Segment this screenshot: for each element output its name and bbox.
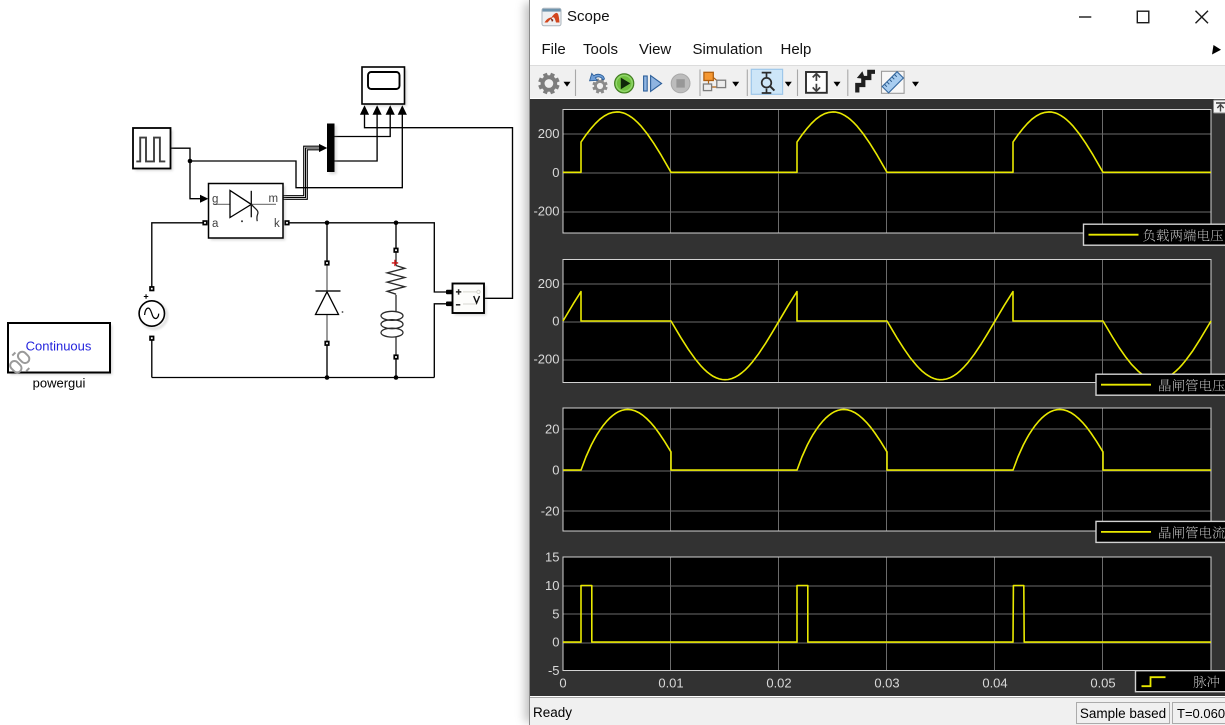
svg-text:0.05: 0.05	[1090, 676, 1115, 691]
svg-text:0.01: 0.01	[658, 676, 683, 691]
svg-text:0: 0	[552, 165, 559, 180]
svg-text:10: 10	[545, 578, 559, 593]
svg-text:-5: -5	[548, 663, 560, 678]
svg-text:0: 0	[552, 463, 559, 478]
svg-text:-200: -200	[533, 352, 559, 367]
svg-text:15: 15	[545, 550, 559, 565]
svg-text:0: 0	[552, 314, 559, 329]
svg-text:0.04: 0.04	[982, 676, 1007, 691]
svg-text:Continuous: Continuous	[26, 339, 92, 354]
svg-text:200: 200	[538, 276, 560, 291]
svg-text:200: 200	[538, 126, 560, 141]
svg-text:0.02: 0.02	[766, 676, 791, 691]
svg-text:a: a	[212, 218, 219, 230]
svg-text:20: 20	[545, 421, 559, 436]
svg-text:g: g	[212, 194, 218, 206]
svg-text:m: m	[269, 193, 279, 205]
svg-text:powergui: powergui	[33, 376, 86, 391]
svg-text:0.03: 0.03	[874, 676, 899, 691]
svg-text:5: 5	[552, 606, 559, 621]
svg-text:0: 0	[552, 635, 559, 650]
svg-text:0: 0	[559, 676, 566, 691]
svg-text:k: k	[274, 218, 280, 230]
svg-text:-200: -200	[533, 204, 559, 219]
svg-text:-20: -20	[541, 503, 560, 518]
